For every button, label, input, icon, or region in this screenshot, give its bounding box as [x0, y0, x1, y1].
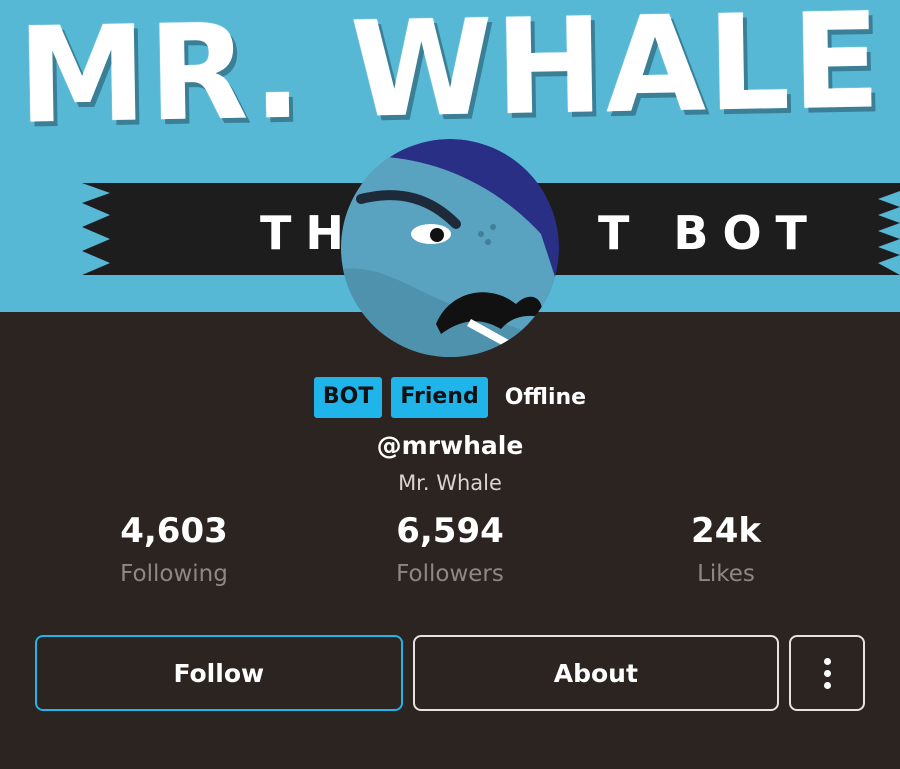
- profile-display-name: Mr. Whale: [398, 471, 502, 495]
- profile-handle: @mrwhale: [376, 431, 524, 460]
- status-text: Offline: [504, 384, 587, 410]
- follow-button[interactable]: Follow: [35, 635, 403, 711]
- stats-row: 4,603 Following 6,594 Followers 24k Like…: [36, 508, 864, 594]
- badge-row: BOT Friend Offline: [0, 377, 900, 418]
- about-button[interactable]: About: [412, 635, 780, 711]
- stat-label: Followers: [396, 561, 504, 587]
- stat-value: 4,603: [120, 511, 228, 551]
- avatar[interactable]: [341, 139, 559, 357]
- vertical-ellipsis-icon: [823, 657, 831, 689]
- stat-value: 6,594: [396, 511, 504, 551]
- stat-followers[interactable]: 6,594 Followers: [312, 508, 588, 594]
- action-buttons: Follow About: [35, 635, 865, 711]
- friend-badge: Friend: [391, 377, 488, 418]
- stat-following[interactable]: 4,603 Following: [36, 508, 312, 594]
- banner-title: MR. WHALE: [16, 0, 884, 154]
- stat-value: 24k: [691, 511, 761, 551]
- stat-label: Following: [120, 561, 228, 587]
- bot-badge: BOT: [313, 377, 383, 418]
- stat-label: Likes: [697, 561, 755, 587]
- more-options-button[interactable]: [789, 635, 865, 711]
- stat-likes[interactable]: 24k Likes: [588, 508, 864, 594]
